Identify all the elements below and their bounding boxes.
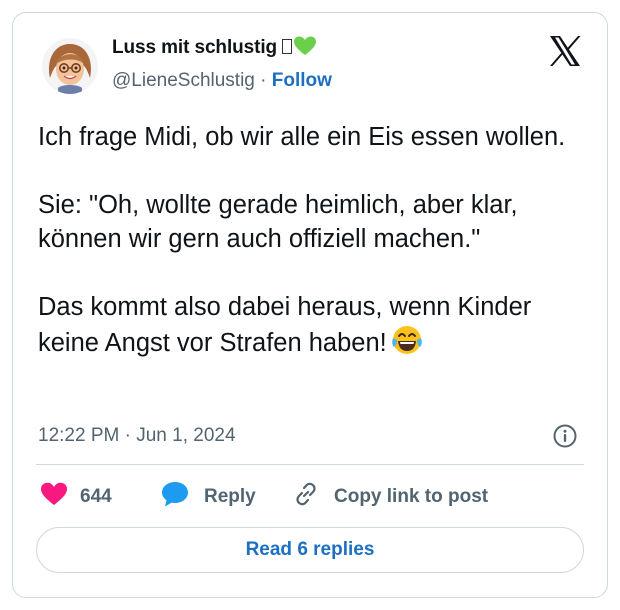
author-display-name-text: Luss mit schlustig — [112, 37, 278, 58]
separator-dot: · — [260, 70, 267, 91]
like-button[interactable]: 644 — [40, 482, 112, 512]
post-text: Ich frage Midi, ob wir alle ein Eis esse… — [38, 120, 598, 365]
green-heart-emoji-icon — [293, 36, 317, 62]
link-icon — [292, 480, 320, 514]
read-replies-button[interactable]: Read 6 replies — [36, 527, 584, 573]
copy-link-label: Copy link to post — [334, 486, 489, 507]
author-handle-row: @LieneSchlustig · Follow — [112, 70, 332, 92]
missing-glyph-icon — [282, 39, 293, 54]
follow-link[interactable]: Follow — [272, 70, 332, 91]
reply-button[interactable]: Reply — [160, 482, 256, 512]
copy-link-button[interactable]: Copy link to post — [292, 482, 488, 512]
x-logo-icon[interactable] — [548, 34, 582, 68]
laughing-tears-emoji-icon — [391, 324, 423, 365]
post-paragraph-3-text: Das kommt also dabei heraus, wenn Kinder… — [38, 293, 532, 357]
post-paragraph-1: Ich frage Midi, ob wir alle ein Eis esse… — [38, 123, 566, 151]
post-paragraph-3: Das kommt also dabei heraus, wenn Kinder… — [38, 290, 598, 365]
post-timestamp[interactable]: 12:22 PM · Jun 1, 2024 — [38, 425, 236, 447]
heart-icon — [40, 482, 68, 512]
author-display-name[interactable]: Luss mit schlustig — [112, 36, 317, 62]
post-paragraph-2: Sie: "Oh, wollte gerade heimlich, aber k… — [38, 191, 518, 253]
avatar[interactable] — [42, 38, 98, 94]
author-handle[interactable]: @LieneSchlustig — [112, 70, 255, 91]
speech-bubble-icon — [160, 480, 190, 514]
divider — [36, 464, 584, 465]
read-replies-label: Read 6 replies — [245, 539, 375, 560]
like-count: 644 — [80, 486, 112, 507]
reply-label: Reply — [204, 486, 256, 507]
info-icon[interactable] — [552, 423, 578, 449]
